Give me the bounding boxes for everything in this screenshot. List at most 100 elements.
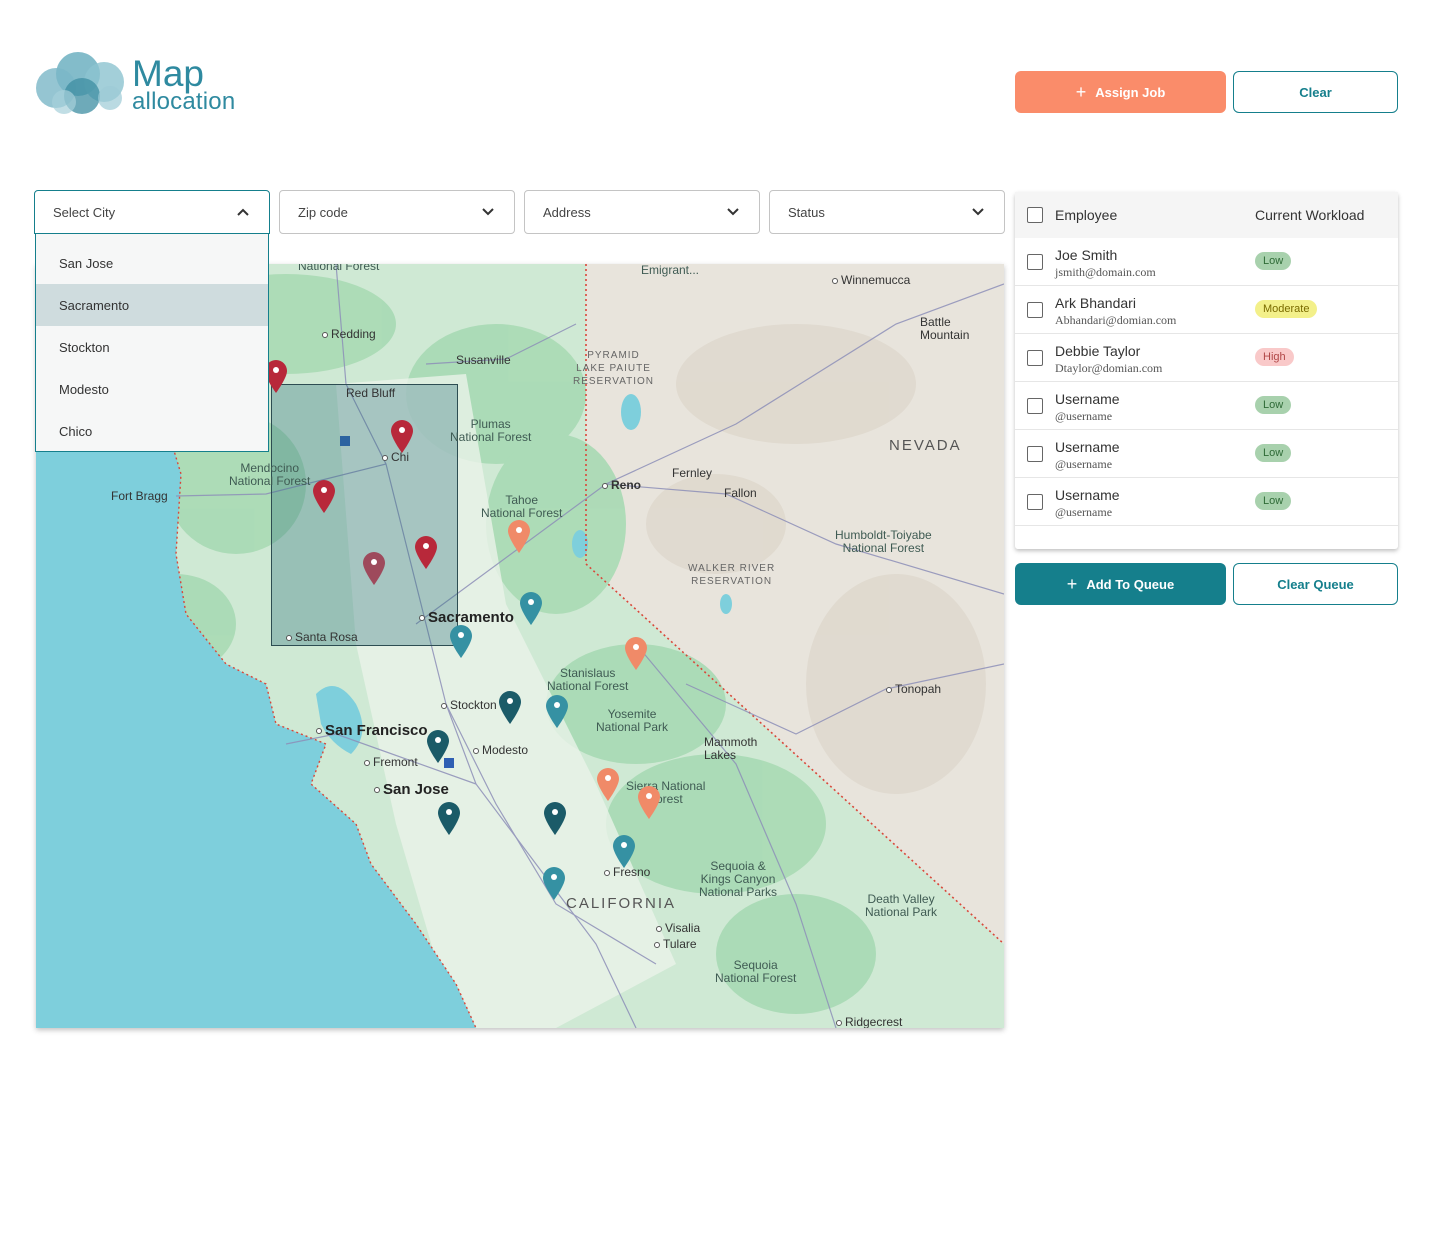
map-label: Visalia [656, 922, 700, 935]
map-label: Red Bluff [346, 386, 396, 400]
employee-name: Username [1055, 391, 1120, 407]
table-row[interactable]: Ark Bhandari Abhandari@domian.com Moderate [1015, 286, 1398, 334]
city-option-modesto[interactable]: Modesto [36, 368, 268, 410]
employee-table: Employee Current Workload Joe Smith jsmit… [1015, 192, 1398, 549]
clear-button[interactable]: Clear [1233, 71, 1398, 113]
employee-email: jsmith@domain.com [1055, 265, 1156, 279]
map-marker-icon[interactable] [506, 518, 532, 554]
city-option-chico[interactable]: Chico [36, 410, 268, 452]
city-select[interactable]: Select City [34, 190, 270, 234]
map-marker-icon[interactable] [518, 590, 544, 626]
table-row[interactable]: Debbie Taylor Dtaylor@domian.com High [1015, 334, 1398, 382]
map-label: Stockton [441, 699, 497, 712]
map-label: Sequoia National Forest [715, 958, 797, 985]
row-checkbox[interactable] [1027, 494, 1043, 510]
employee-name: Ark Bhandari [1055, 295, 1136, 311]
map-label: NEVADA [889, 437, 962, 454]
address-label: Address [543, 204, 591, 220]
employee-email: @username [1055, 505, 1113, 519]
map-label: National Forest [298, 264, 380, 273]
map-marker-icon[interactable] [636, 784, 662, 820]
row-checkbox[interactable] [1027, 446, 1043, 462]
row-checkbox[interactable] [1027, 254, 1043, 270]
map-marker-icon[interactable] [311, 478, 337, 514]
table-row[interactable]: Username @username Low [1015, 430, 1398, 478]
row-checkbox[interactable] [1027, 398, 1043, 414]
employee-column-header: Employee [1055, 207, 1118, 223]
workload-badge: Low [1255, 252, 1292, 270]
workload-badge: Low [1255, 444, 1292, 462]
city-option-san-jose[interactable]: San Jose [36, 242, 268, 284]
table-header: Employee Current Workload [1015, 192, 1398, 238]
map-marker-icon[interactable] [448, 623, 474, 659]
plus-icon: + [1066, 574, 1078, 594]
map-label: Mammoth Lakes [704, 735, 758, 762]
map-label: Fallon [724, 486, 757, 500]
clear-queue-label: Clear Queue [1277, 576, 1354, 592]
map-label: Reno [602, 479, 641, 492]
workload-column-header: Current Workload [1255, 207, 1365, 223]
add-to-queue-button[interactable]: + Add To Queue [1015, 563, 1226, 605]
clear-label: Clear [1299, 84, 1332, 100]
chevron-down-icon [482, 208, 494, 216]
workload-badge: Moderate [1255, 300, 1318, 318]
map-label: PYRAMID LAKE PAIUTE RESERVATION [573, 350, 655, 387]
add-to-queue-label: Add To Queue [1086, 576, 1175, 592]
chevron-down-icon [972, 208, 984, 216]
map-label: Tulare [654, 938, 697, 951]
table-row[interactable]: Joe Smith jsmith@domain.com Low [1015, 238, 1398, 286]
map-label: Tonopah [886, 683, 941, 696]
map-label: Susanville [456, 353, 511, 367]
map-marker-icon[interactable] [611, 833, 637, 869]
map-label: CALIFORNIA [566, 895, 677, 912]
map-marker-icon[interactable] [544, 693, 570, 729]
map-label: WALKER RIVER RESERVATION [688, 563, 776, 587]
map-label: Modesto [473, 744, 528, 757]
city-option-stockton[interactable]: Stockton [36, 326, 268, 368]
map-label: San Francisco [316, 723, 428, 738]
map-label: Death Valley National Park [865, 892, 938, 919]
assign-job-button[interactable]: + Assign Job [1015, 71, 1226, 113]
workload-badge: High [1255, 348, 1294, 366]
employee-name: Username [1055, 487, 1120, 503]
select-all-checkbox[interactable] [1027, 207, 1043, 223]
status-select[interactable]: Status [769, 190, 1005, 234]
map-marker-icon[interactable] [541, 865, 567, 901]
map-label: Sequoia & Kings Canyon National Parks [699, 859, 778, 899]
city-select-label: Select City [53, 204, 116, 220]
table-row[interactable]: Username @username Low [1015, 382, 1398, 430]
selection-rectangle[interactable] [271, 384, 458, 646]
employee-name: Joe Smith [1055, 247, 1118, 263]
clear-queue-button[interactable]: Clear Queue [1233, 563, 1398, 605]
map-label: Fort Bragg [111, 489, 168, 503]
map-label: Yosemite National Park [596, 707, 669, 734]
map-label: Winnemucca [832, 274, 910, 287]
map-label: Tahoe National Forest [481, 493, 563, 520]
app-logo: Map allocation [34, 50, 264, 120]
map-marker-icon[interactable] [425, 728, 451, 764]
map-marker-icon[interactable] [413, 534, 439, 570]
city-option-sacramento[interactable]: Sacramento [36, 284, 268, 326]
map-marker-icon[interactable] [542, 800, 568, 836]
chevron-down-icon [727, 208, 739, 216]
map-marker-icon[interactable] [361, 550, 387, 586]
map-marker-icon[interactable] [497, 689, 523, 725]
row-checkbox[interactable] [1027, 302, 1043, 318]
map-label: Santa Rosa [286, 631, 358, 644]
row-checkbox[interactable] [1027, 350, 1043, 366]
map-marker-icon[interactable] [436, 800, 462, 836]
map-marker-icon[interactable] [623, 635, 649, 671]
employee-email: @username [1055, 409, 1113, 423]
map-marker-icon[interactable] [595, 766, 621, 802]
employee-email: @username [1055, 457, 1113, 471]
table-row[interactable]: Username @username Low [1015, 478, 1398, 526]
assign-job-label: Assign Job [1095, 84, 1166, 100]
map-label: Battle Mountain [920, 315, 970, 342]
map-marker-icon[interactable] [389, 418, 415, 454]
address-select[interactable]: Address [524, 190, 760, 234]
map-label: Fremont [364, 756, 418, 769]
map-label: Redding [322, 328, 376, 341]
zip-code-select[interactable]: Zip code [279, 190, 515, 234]
logo-subtitle: allocation [132, 88, 236, 115]
workload-badge: Low [1255, 492, 1292, 510]
